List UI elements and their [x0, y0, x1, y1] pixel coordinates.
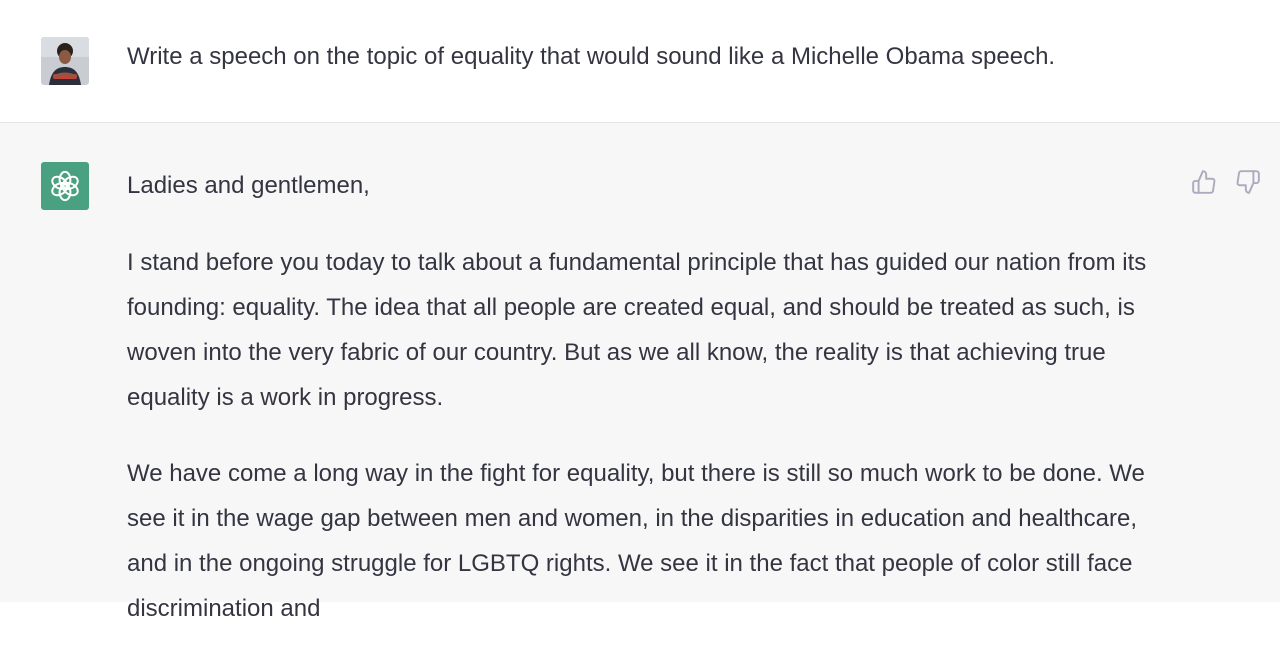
assistant-paragraph: I stand before you today to talk about a… [127, 249, 1147, 411]
openai-logo-icon [51, 170, 79, 202]
assistant-avatar [41, 162, 89, 210]
assistant-paragraph: Ladies and gentlemen, [127, 172, 370, 199]
assistant-message-text: Ladies and gentlemen, I stand before you… [127, 163, 1172, 662]
thumbs-up-icon [1192, 170, 1216, 194]
thumbs-up-button[interactable] [1189, 167, 1219, 197]
thumbs-down-button[interactable] [1233, 167, 1263, 197]
user-avatar [41, 37, 89, 85]
assistant-paragraph: We have come a long way in the fight for… [127, 460, 1145, 622]
user-message-text: Write a speech on the topic of equality … [127, 43, 1056, 70]
thumbs-down-icon [1236, 170, 1260, 194]
user-message-row: Write a speech on the topic of equality … [0, 0, 1280, 123]
user-avatar-photo [41, 37, 89, 85]
assistant-message-row: Ladies and gentlemen, I stand before you… [0, 123, 1280, 622]
